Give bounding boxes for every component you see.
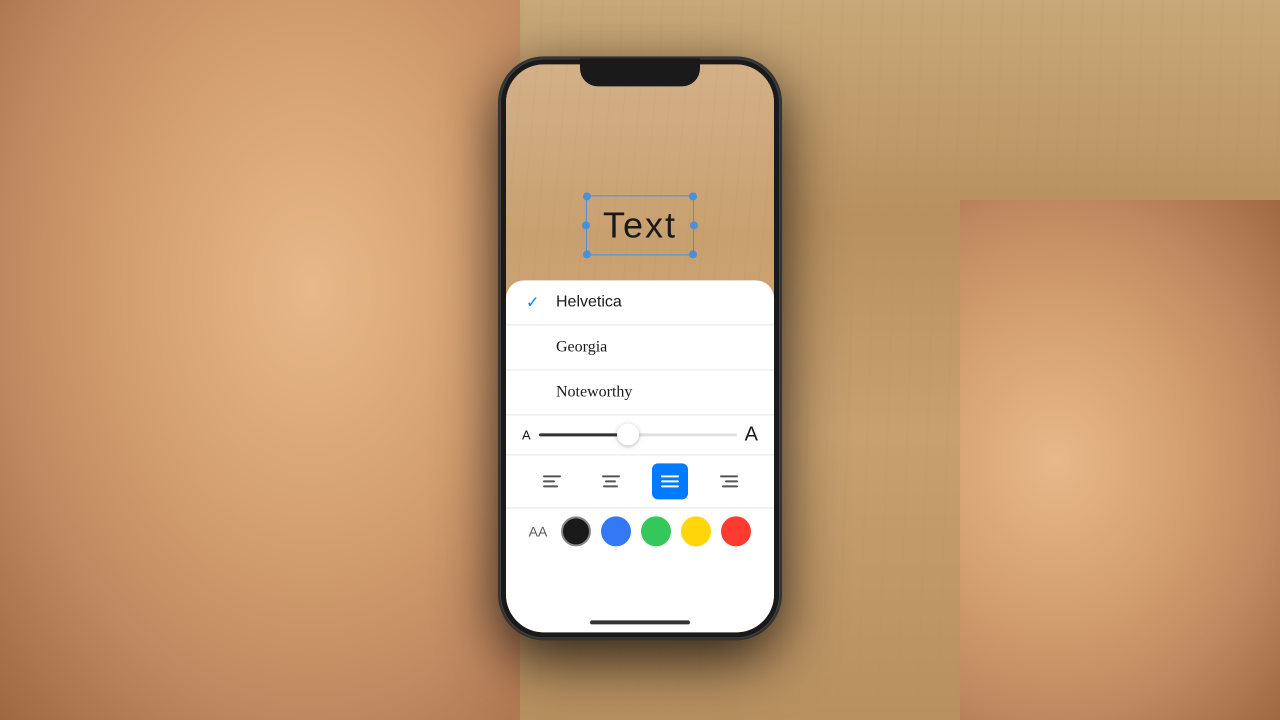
slider-fill	[539, 433, 628, 436]
font-item-georgia[interactable]: ✓ Georgia	[506, 325, 774, 370]
phone-notch	[580, 58, 700, 86]
left-hand	[0, 0, 520, 720]
line1	[720, 475, 738, 477]
canvas-text-box[interactable]: Text	[586, 195, 694, 255]
slider-thumb[interactable]	[617, 424, 639, 446]
line3	[603, 485, 617, 487]
canvas-area[interactable]: Text ✓ Helvetica ✓ Georgia ✓	[506, 64, 774, 632]
checkmark-helvetica: ✓	[526, 292, 546, 312]
align-right-button[interactable]	[711, 463, 747, 499]
line3	[722, 485, 737, 487]
color-swatch-green[interactable]	[641, 516, 671, 546]
canvas-text-label: Text	[603, 204, 677, 245]
color-control: AA	[506, 508, 774, 554]
line1	[602, 475, 620, 477]
phone-screen: Text ✓ Helvetica ✓ Georgia ✓	[506, 64, 774, 632]
color-swatch-yellow[interactable]	[681, 516, 711, 546]
font-panel: ✓ Helvetica ✓ Georgia ✓ Noteworthy A	[506, 280, 774, 632]
font-item-helvetica[interactable]: ✓ Helvetica	[506, 280, 774, 325]
align-center-button[interactable]	[593, 463, 629, 499]
font-name-georgia: Georgia	[556, 338, 607, 356]
handle-br[interactable]	[689, 250, 697, 258]
font-name-helvetica: Helvetica	[556, 293, 622, 311]
font-item-noteworthy[interactable]: ✓ Noteworthy	[506, 370, 774, 415]
size-small-label: A	[522, 427, 531, 442]
line2	[543, 480, 556, 482]
line2	[605, 480, 616, 482]
line2	[725, 480, 738, 482]
align-right-icon	[720, 475, 738, 487]
size-large-label: A	[745, 423, 758, 446]
font-list: ✓ Helvetica ✓ Georgia ✓ Noteworthy	[506, 280, 774, 415]
right-hand	[960, 200, 1280, 720]
line2	[661, 480, 679, 482]
font-name-noteworthy: Noteworthy	[556, 383, 632, 401]
color-swatch-blue[interactable]	[601, 516, 631, 546]
align-center-icon	[602, 475, 620, 487]
phone-frame: Text ✓ Helvetica ✓ Georgia ✓	[500, 58, 780, 638]
handle-tr[interactable]	[689, 192, 697, 200]
line3	[543, 485, 558, 487]
align-left-button[interactable]	[534, 463, 570, 499]
handle-tl[interactable]	[583, 192, 591, 200]
handle-bl[interactable]	[583, 250, 591, 258]
line3	[661, 485, 679, 487]
line1	[661, 475, 679, 477]
align-justify-button[interactable]	[652, 463, 688, 499]
aa-label: AA	[529, 523, 548, 539]
color-swatch-black[interactable]	[561, 516, 591, 546]
align-justify-icon	[661, 475, 679, 487]
size-slider-track[interactable]	[539, 433, 737, 436]
align-left-icon	[543, 475, 561, 487]
alignment-control	[506, 455, 774, 508]
line1	[543, 475, 561, 477]
color-swatch-red[interactable]	[721, 516, 751, 546]
home-indicator	[590, 620, 690, 624]
size-control: A A	[506, 415, 774, 455]
